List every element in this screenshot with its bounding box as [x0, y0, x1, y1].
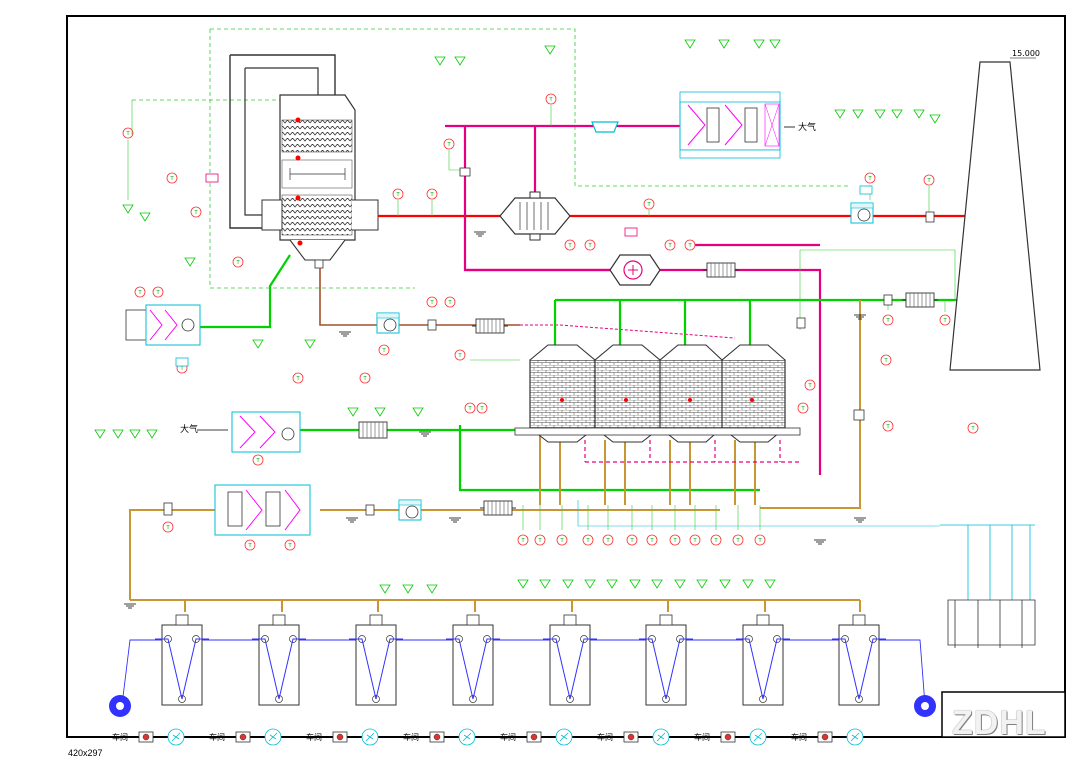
- workshop-label-4: 车间: [403, 732, 419, 742]
- heat-exchanger: [499, 191, 571, 241]
- workshop-label-3: 车间: [306, 732, 322, 742]
- exhaust-duct: [319, 268, 520, 326]
- workshop-label-8: 车间: [791, 732, 807, 742]
- instrument-leaders: [127, 100, 956, 530]
- burner-unit: [609, 254, 661, 286]
- atmosphere-label-left: 大气: [180, 423, 198, 435]
- air-handling-unit-mid: [231, 411, 301, 453]
- air-handling-unit-top: [679, 91, 781, 159]
- thermal-oxidizer-tower: [229, 54, 379, 269]
- workshop-label-7: 车间: [694, 732, 710, 742]
- title-block-logo: ZDHL: [952, 704, 1047, 742]
- adsorption-bed: [514, 344, 801, 443]
- workshop-label-6: 车间: [597, 732, 613, 742]
- process-flow-diagram: T: [66, 15, 1066, 746]
- unwind-roll: [109, 695, 131, 717]
- workshop-label-2: 车间: [209, 732, 225, 742]
- workshop-label-5: 车间: [500, 732, 516, 742]
- atmosphere-label-top: 大气: [798, 121, 816, 133]
- exhaust-stack: 15.000: [949, 49, 1041, 371]
- air-handling-unit-bottom: [214, 484, 311, 536]
- rewind-roll: [914, 695, 936, 717]
- valve-bank: [940, 524, 1036, 648]
- air-handling-unit-left: [125, 304, 201, 346]
- workshop-label-1: 车间: [112, 732, 128, 742]
- sheet-size-label: 420x297: [68, 748, 103, 758]
- stack-elevation: 15.000: [1012, 49, 1040, 58]
- workshop-web-path: [121, 639, 926, 706]
